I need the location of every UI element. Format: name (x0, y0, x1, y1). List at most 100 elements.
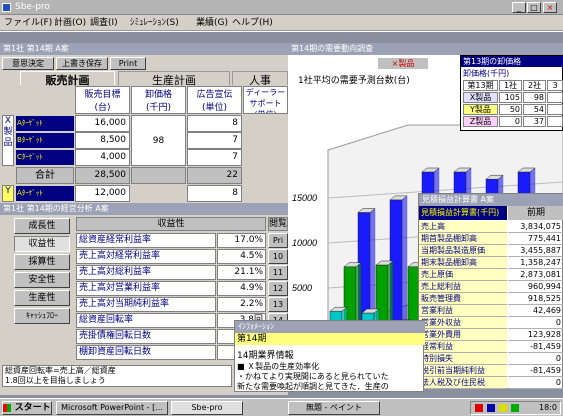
browse-header: 閲覧 (268, 217, 288, 231)
price-col-header: 3 (547, 80, 563, 91)
nav-growth[interactable]: 成長性 (14, 218, 70, 234)
system-tray: 18:0 (470, 401, 561, 415)
tray-icon[interactable] (499, 404, 507, 412)
pl-row-label: 経常利益 (419, 341, 507, 353)
price-cell: 50 (499, 104, 522, 115)
ratio-label: 売上高対当期純利益率 (76, 297, 216, 312)
ratio-label: 売上高対経常利益率 (76, 249, 216, 264)
price-unit: 卸価格(千円) (463, 69, 510, 78)
tab-production-plan[interactable]: 生産計画 (118, 71, 230, 87)
target-cell[interactable]: 4,000 (75, 149, 130, 166)
price-cell[interactable]: 98 (131, 115, 186, 166)
total-label: 合計 (16, 167, 74, 184)
detail-button[interactable]: 12 (268, 281, 288, 296)
pl-row-value: 0 (508, 377, 563, 389)
price-window: 第13期の卸価格 卸価格(千円) 第13期 1社 2社 3 X製品 105 98 Y製品 50 5… (460, 55, 563, 131)
pl-row-label: 当期製品製造原価 (419, 245, 507, 257)
y-tick-label: 15000 (292, 193, 317, 203)
price-window-title: 第13期の卸価格 (461, 56, 563, 67)
tab-sales-plan[interactable]: 販売計画 (20, 71, 115, 87)
info-body: ■ Ｘ製品の生産効率化 ・かねてより実現間にあると見られていた 新たな需要喚起が… (237, 362, 389, 391)
pl-window: 見積損益計算書 A案 見積損益計算書(千円) 前期 売上高 3,834,075 期首… (418, 193, 563, 389)
detail-button[interactable]: 10 (268, 249, 288, 264)
ratio-label: 売上高対営業利益率 (76, 281, 216, 296)
tray-icon[interactable] (487, 404, 495, 412)
pl-row-value: 123,928 (508, 329, 563, 341)
info-subject: 14期業界情報 (237, 351, 294, 361)
nav-margin[interactable]: 採算性 (14, 254, 70, 270)
ratio-value: 4.9% (217, 281, 266, 296)
y-tick-label: 10000 (292, 238, 317, 248)
tray-icon[interactable] (511, 404, 519, 412)
pl-row-label: 税引前当期純利益 (419, 365, 507, 377)
nav-cashflow[interactable]: ｷｬｯｼｭﾌﾛｰ (14, 308, 70, 324)
total-target: 28,500 (75, 167, 130, 184)
tray-icon[interactable] (475, 404, 483, 412)
pl-row-value: 0 (508, 353, 563, 365)
menu-plan[interactable]: 計画(O) (54, 15, 86, 31)
start-label: スタート (14, 403, 51, 413)
menu-results[interactable]: 業績(G) (196, 15, 228, 31)
ad-cell[interactable]: 8 (187, 115, 242, 132)
start-button[interactable]: スタート (2, 401, 52, 415)
task-sbe-pro[interactable]: Sbe-pro (171, 401, 243, 415)
pl-row-value: 1,358,247 (508, 257, 563, 269)
pl-row-value: -81,459 (508, 341, 563, 353)
menu-file[interactable]: ファイル(F) (4, 15, 52, 31)
detail-button[interactable]: 11 (268, 265, 288, 280)
clock: 18:0 (539, 403, 557, 412)
ratio-value: 4.5% (217, 249, 266, 264)
ad-cell[interactable]: 7 (187, 132, 242, 149)
ratio-label: 売掛債権回転日数 (76, 329, 216, 344)
col-header-target: 販売目標 (台) (75, 86, 130, 114)
overwrite-save-button[interactable]: 上書き保存 (56, 57, 108, 70)
close-button[interactable]: × (543, 2, 557, 13)
detail-button[interactable]: Pri (268, 233, 288, 248)
pl-row-label: 営業外費用 (419, 329, 507, 341)
task-powerpoint[interactable]: Microsoft PowerPoint - [... (56, 401, 168, 415)
y-tick-label: 5000 (292, 283, 312, 293)
pl-header-value: 前期 (508, 206, 563, 220)
plan-window-title: 第1社 第14期 A案 (0, 43, 288, 55)
pl-row-value: 775,441 (508, 233, 563, 245)
nav-safety[interactable]: 安全性 (14, 272, 70, 288)
info-window: ｲﾝﾌｫﾒｰｼｮﾝ 第14期 14期業界情報 ■ Ｘ製品の生産効率化 ・かねてよ… (234, 320, 425, 392)
ratio-label: 総資産回転率 (76, 313, 216, 328)
price-cell: 37 (523, 116, 546, 127)
decision-button[interactable]: 意思決定 (2, 57, 54, 70)
menu-simulation[interactable]: ｼﾐｭﾚｰｼｮﾝ(S) (130, 15, 179, 31)
nav-productivity[interactable]: 生産性 (14, 290, 70, 306)
maximize-button[interactable]: □ (527, 2, 541, 13)
pl-row-label: 売上総利益 (419, 281, 507, 293)
price-col-header: 2社 (523, 80, 546, 91)
detail-button[interactable]: 13 (268, 297, 288, 312)
pl-row-label: 売上原価 (419, 269, 507, 281)
target-tag: Cﾀｰｹﾞｯﾄ (16, 150, 74, 165)
nav-profitability[interactable]: 収益性 (14, 236, 70, 252)
price-cell (547, 116, 563, 127)
price-cell: 105 (499, 92, 522, 103)
pl-row-label: 期末製品棚卸高 (419, 257, 507, 269)
group-label-x: X製品 (2, 115, 14, 166)
target-cell[interactable]: 8,500 (75, 132, 130, 149)
ad-cell[interactable]: 8 (187, 185, 242, 202)
pl-row-label: 営業外収益 (419, 317, 507, 329)
minimize-button[interactable]: _ (512, 2, 526, 13)
price-cell (547, 104, 563, 115)
price-cell: 98 (523, 92, 546, 103)
price-cell: 0 (499, 116, 522, 127)
pl-header-label: 見積損益計算書(千円) (419, 206, 507, 220)
pl-row-value: 42,469 (508, 305, 563, 317)
comment-box: 総資産回転率=売上高／総資産 1.8回以上を目指しましょう (2, 365, 232, 387)
task-paint[interactable]: 無題 - ペイント (288, 401, 380, 415)
menu-survey[interactable]: 調査(I) (90, 15, 118, 31)
tab-personnel[interactable]: 人事 (232, 71, 288, 85)
ad-cell[interactable]: 7 (187, 149, 242, 166)
target-cell[interactable]: 12,000 (75, 185, 130, 202)
print-button[interactable]: Print (110, 57, 146, 70)
menu-help[interactable]: ヘルプ(H) (232, 15, 273, 31)
target-cell[interactable]: 16,000 (75, 115, 130, 132)
ratio-value: 2.2% (217, 297, 266, 312)
pl-row-label: 売上高 (419, 221, 507, 233)
pl-row-value: 0 (508, 317, 563, 329)
